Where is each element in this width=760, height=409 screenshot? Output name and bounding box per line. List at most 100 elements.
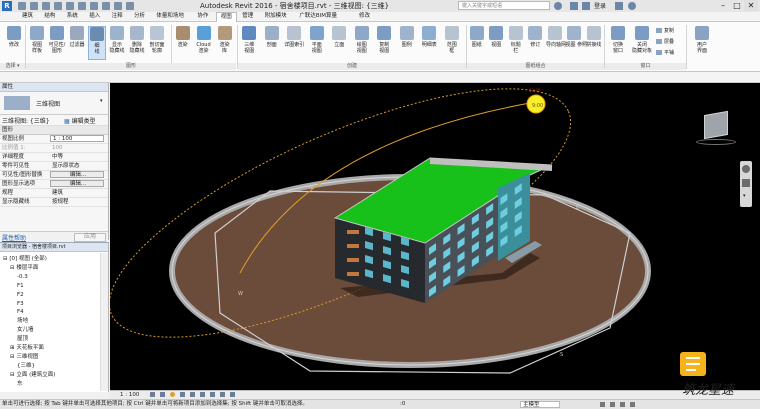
print-icon[interactable]	[66, 2, 74, 10]
tab-2[interactable]: 系统	[63, 12, 82, 21]
select-pinned-icon[interactable]	[620, 402, 625, 407]
graphics-button-6[interactable]: 剖切面 轮廓	[148, 26, 166, 60]
browser-scrollbar[interactable]	[100, 253, 108, 391]
create-button-5[interactable]: 绘图 视图	[352, 26, 373, 60]
window-small-button-1[interactable]: 层叠	[656, 39, 674, 46]
property-value[interactable]: 中等	[50, 153, 104, 160]
balcony[interactable]	[347, 244, 359, 248]
steering-wheel-icon[interactable]	[742, 165, 750, 173]
instance-selector[interactable]: 三维视图: {三维}	[2, 116, 50, 125]
property-value[interactable]: 建筑	[50, 189, 104, 196]
property-value[interactable]: 编辑...	[50, 171, 104, 178]
annotate-icon[interactable]	[90, 2, 98, 10]
undo-icon[interactable]	[42, 2, 50, 10]
view-scale[interactable]: 1 : 100	[120, 391, 139, 399]
filter-icon[interactable]	[630, 402, 635, 407]
shadows-icon[interactable]	[180, 392, 185, 397]
browser-node[interactable]: ⊞ 天花板平面	[10, 344, 44, 352]
window-small-button-0[interactable]: 复制	[656, 28, 674, 35]
tab-12[interactable]: 修改	[355, 12, 374, 21]
browser-node[interactable]: 东	[17, 380, 23, 388]
render-button-0[interactable]: 渲染	[173, 26, 192, 60]
subscription-icon[interactable]	[570, 2, 578, 10]
browser-node[interactable]: ⊟ 三维视图	[10, 353, 38, 361]
render-button-2[interactable]: 渲染 库	[215, 26, 234, 60]
tab-4[interactable]: 注释	[108, 12, 127, 21]
close-hidden-button[interactable]: 关闭 隐藏对象	[631, 26, 653, 60]
balcony[interactable]	[347, 272, 359, 276]
create-button-4[interactable]: 立面	[329, 26, 350, 60]
panel-label-select[interactable]: 选择 ▾	[0, 63, 25, 70]
browser-node[interactable]: ⊟ 楼层平面	[10, 264, 38, 272]
model-canvas[interactable]: 9:00 12:00 N E S W	[110, 83, 760, 390]
view-cube-icon[interactable]	[704, 110, 728, 140]
sheet-button-1[interactable]: 视图	[488, 26, 506, 60]
reveal-hidden-icon[interactable]	[230, 392, 235, 397]
browser-node[interactable]: F1	[17, 282, 24, 290]
browser-node[interactable]: F4	[17, 308, 24, 316]
sheet-button-2[interactable]: 标题 栏	[507, 26, 525, 60]
visual-style-icon[interactable]	[160, 392, 165, 397]
sheet-button-3[interactable]: 修订	[527, 26, 545, 60]
section-icon[interactable]	[126, 2, 134, 10]
help-icon[interactable]	[628, 2, 636, 10]
graphics-button-4[interactable]: 显示 隐藏线	[108, 26, 126, 60]
create-button-0[interactable]: 三维 视图	[239, 26, 260, 60]
graphics-button-3[interactable]: 细 线	[88, 26, 106, 60]
measure-icon[interactable]	[78, 2, 86, 10]
browser-node[interactable]: -0.3	[17, 273, 28, 281]
tab-3[interactable]: 插入	[85, 12, 104, 21]
create-button-7[interactable]: 图例	[397, 26, 418, 60]
property-value[interactable]: 1 : 100	[50, 135, 104, 142]
tab-11[interactable]: 广联达BIM算量	[295, 12, 341, 21]
graphics-button-5[interactable]: 删除 隐藏线	[128, 26, 146, 60]
sheet-button-0[interactable]: 图纸	[468, 26, 486, 60]
lock-view-icon[interactable]	[210, 392, 215, 397]
browser-node[interactable]: F2	[17, 291, 24, 299]
communication-icon[interactable]	[582, 2, 590, 10]
graphics-button-0[interactable]: 视图 样板	[28, 26, 46, 60]
create-button-2[interactable]: 详图索引	[284, 26, 305, 60]
show-crop-icon[interactable]	[200, 392, 205, 397]
browser-node[interactable]: F3	[17, 300, 24, 308]
create-button-9[interactable]: 范围 框	[442, 26, 463, 60]
graphics-button-1[interactable]: 可见性/ 图形	[48, 26, 66, 60]
apply-button[interactable]: 应用	[74, 233, 106, 242]
minimize-button[interactable]: –	[716, 0, 730, 11]
create-button-3[interactable]: 平面 视图	[307, 26, 328, 60]
browser-node[interactable]: ⊟ [0] 视图 (全部)	[3, 255, 47, 263]
close-button[interactable]: ✕	[744, 0, 758, 11]
exchange-apps-icon[interactable]	[615, 2, 623, 10]
redo-icon[interactable]	[54, 2, 62, 10]
switch-window-button[interactable]: 切换 窗口	[607, 26, 629, 60]
browser-node[interactable]: {三维}	[17, 362, 35, 370]
modify-button[interactable]: 修改	[4, 26, 24, 60]
graphics-button-2[interactable]: 过滤器	[68, 26, 86, 60]
browser-node[interactable]: 屋顶	[17, 335, 28, 343]
property-value[interactable]: 显示原状态	[50, 162, 104, 169]
browser-node[interactable]: ⊟ 立面 (建筑立面)	[10, 371, 55, 379]
sheet-button-6[interactable]: 拼接线	[585, 26, 603, 60]
render-button-1[interactable]: Cloud 渲染	[194, 26, 213, 60]
search-input[interactable]: 键入关键字或短语	[458, 1, 550, 10]
tab-6[interactable]: 体量和场地	[152, 12, 188, 21]
properties-help-link[interactable]: 属性帮助	[2, 233, 26, 242]
select-underlay-icon[interactable]	[610, 402, 615, 407]
text-icon[interactable]	[102, 2, 110, 10]
tab-7[interactable]: 协作	[193, 12, 212, 21]
tab-9[interactable]: 管理	[238, 12, 257, 21]
view-cube[interactable]	[696, 105, 736, 145]
3d-viewport[interactable]: 9:00 12:00 N E S W ▾	[110, 83, 760, 390]
browser-node[interactable]: 女儿墙	[17, 326, 34, 334]
sheet-button-5[interactable]: 视图 参照	[566, 26, 587, 60]
create-button-8[interactable]: 明细表	[419, 26, 440, 60]
tab-5[interactable]: 分析	[130, 12, 149, 21]
3d-view-icon[interactable]	[114, 2, 122, 10]
save-icon[interactable]	[30, 2, 38, 10]
tab-8[interactable]: 视图	[215, 12, 237, 22]
create-button-1[interactable]: 剖面	[262, 26, 283, 60]
user-login[interactable]: 登录	[594, 1, 606, 10]
type-dropdown-icon[interactable]: ▾	[100, 98, 103, 104]
tab-0[interactable]: 建筑	[18, 12, 37, 21]
temp-hide-icon[interactable]	[220, 392, 225, 397]
